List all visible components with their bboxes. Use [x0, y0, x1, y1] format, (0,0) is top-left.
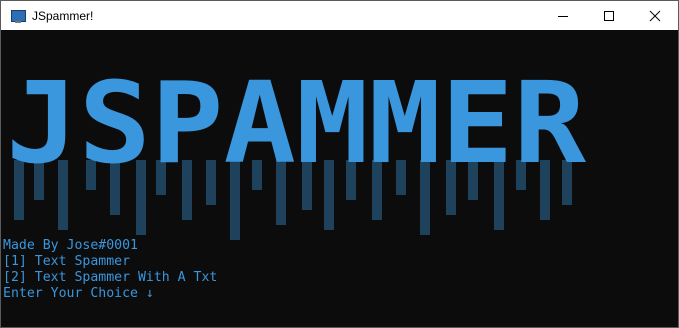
window-title: JSpammer!: [32, 8, 94, 23]
banner-text: JSPAMMER: [6, 60, 587, 189]
window-controls: [540, 1, 678, 30]
title-bar[interactable]: JSpammer!: [1, 1, 678, 30]
maximize-button[interactable]: [586, 1, 632, 30]
close-button[interactable]: [632, 1, 678, 30]
console-line: [1] Text Spammer: [3, 254, 131, 269]
console-line: Made By Jose#0001: [3, 238, 138, 253]
console-area[interactable]: JSPAMMER Made By Jose#0001 [1] Text Spamm…: [1, 30, 678, 327]
maximize-icon: [604, 10, 614, 21]
console-output: Made By Jose#0001 [1] Text Spammer [2] Tex…: [3, 238, 217, 302]
close-icon: [649, 10, 661, 21]
ascii-banner: JSPAMMER: [6, 60, 587, 240]
console-line: Enter Your Choice ↓: [3, 286, 154, 301]
console-window: JSpammer! JSPAMMER Made By Jose#0001 [1]…: [0, 0, 679, 328]
console-line: [2] Text Spammer With A Txt: [3, 270, 218, 285]
minimize-icon: [558, 15, 568, 17]
console-app-icon: [10, 8, 26, 24]
minimize-button[interactable]: [540, 1, 586, 30]
